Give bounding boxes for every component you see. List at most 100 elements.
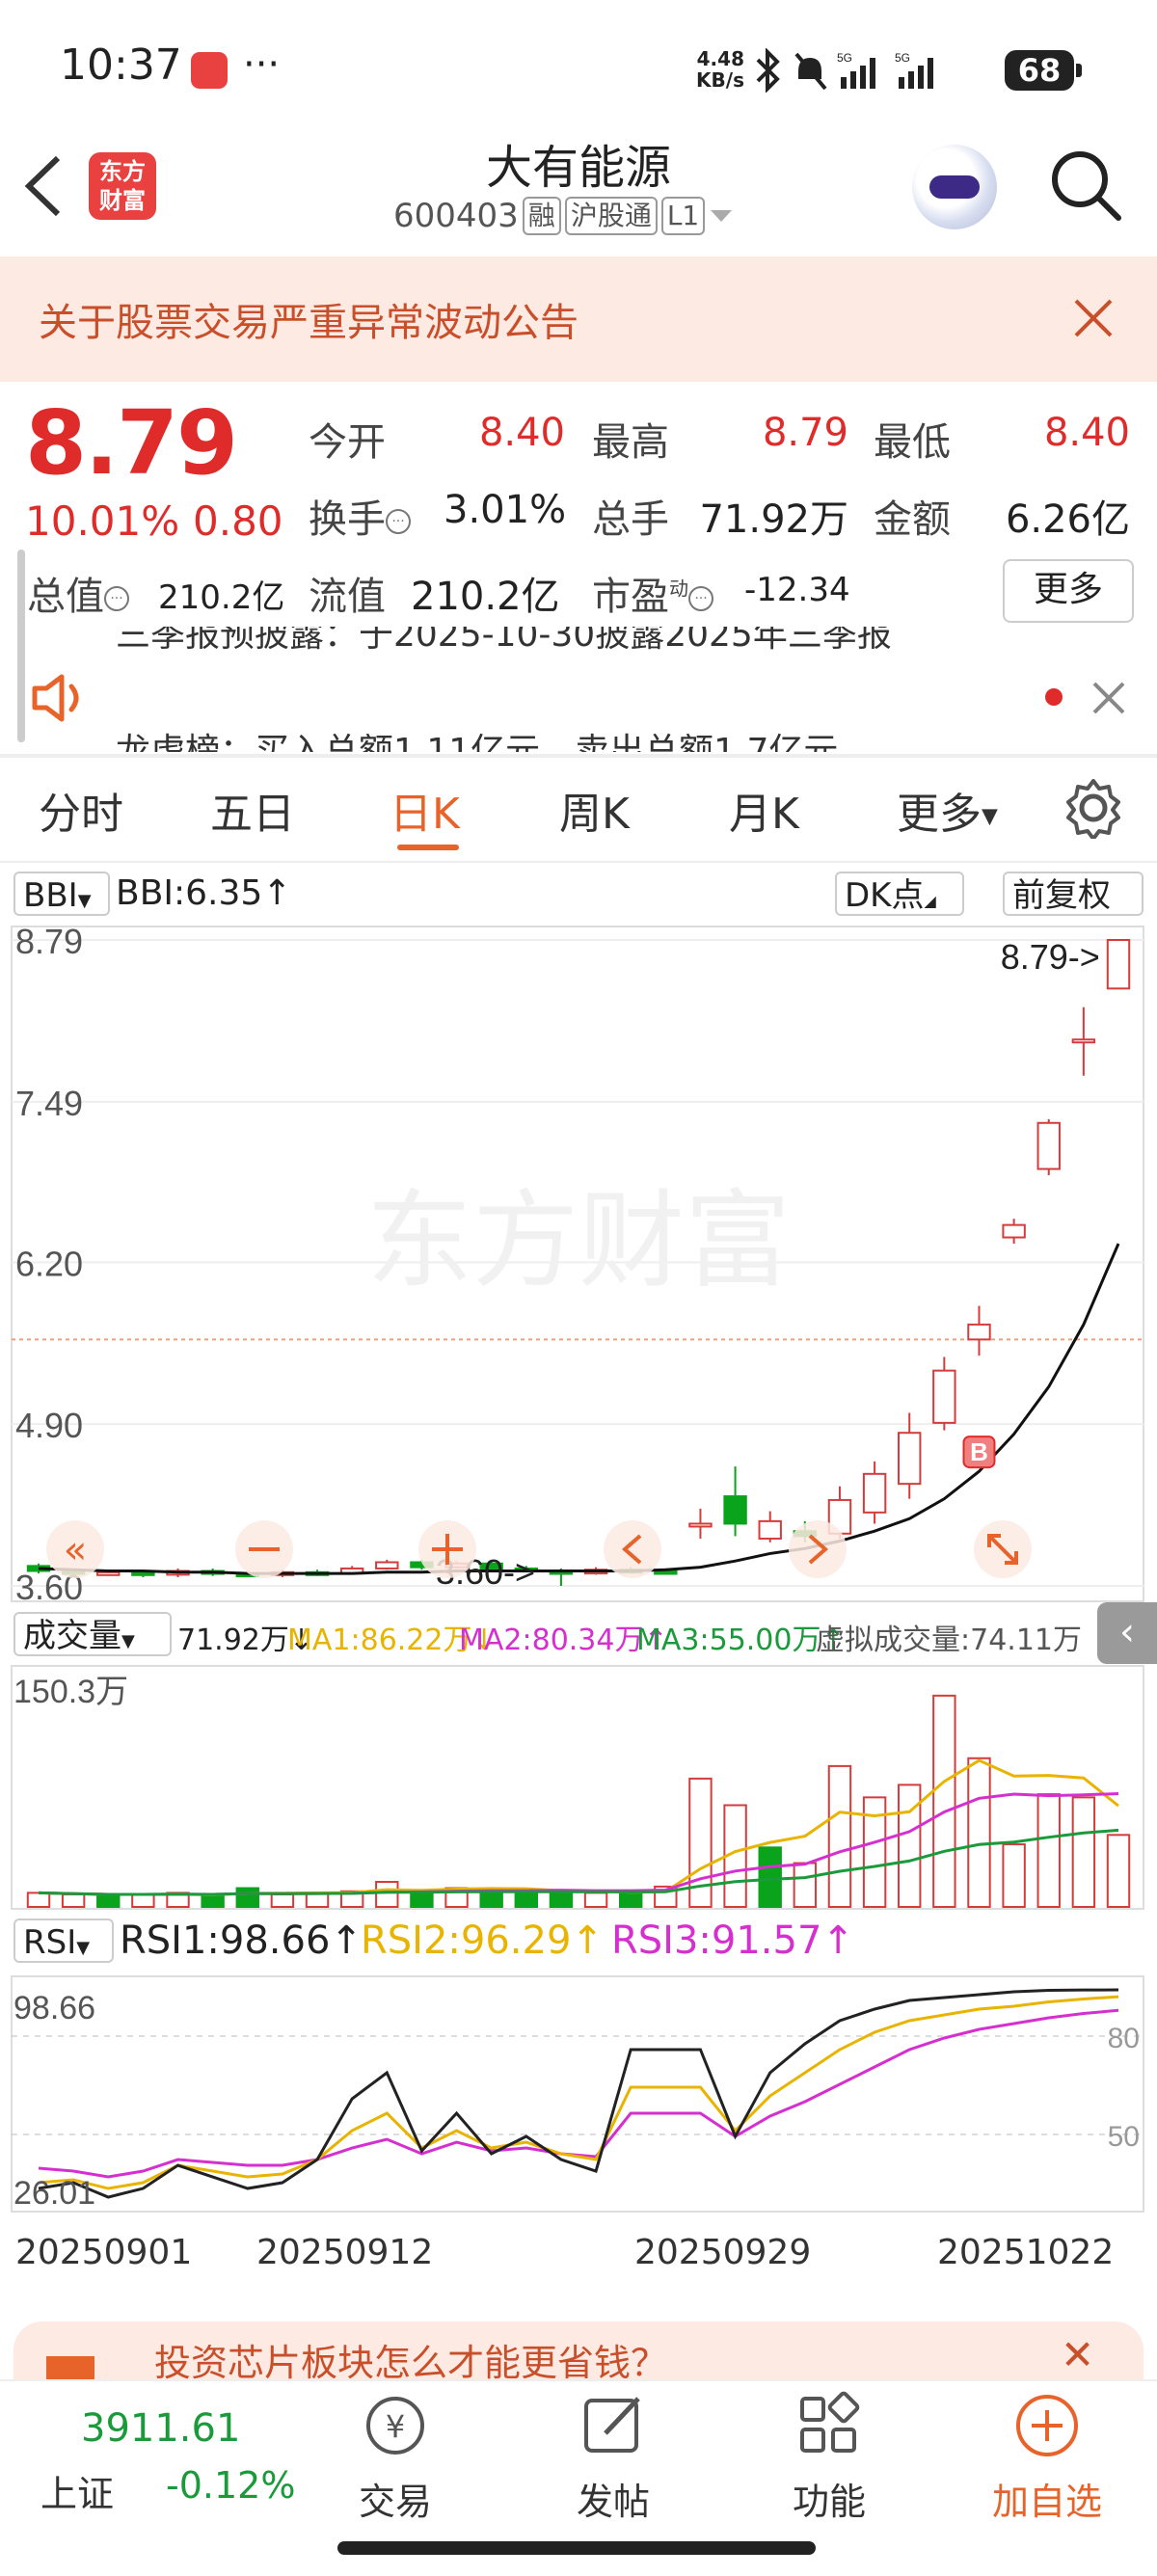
trade-icon[interactable]: ¥ [361, 2391, 430, 2460]
nav-trade[interactable]: 交易 [328, 2472, 463, 2525]
stock-subtitle[interactable]: 600403 融 沪股通 L1 [393, 197, 734, 235]
ticker-line-1[interactable]: 三季报预披露：于2025-10-30披露2025年三季报 [116, 627, 1041, 659]
adjust-button[interactable]: 前复权 [1003, 872, 1144, 916]
speaker-icon[interactable] [29, 671, 89, 725]
nav-functions[interactable]: 功能 [762, 2472, 897, 2525]
turnover-value: 3.01% [444, 488, 567, 532]
candle-body [723, 1495, 747, 1525]
float-label: 流值 [309, 575, 386, 619]
collapse-panel-icon[interactable]: ‹ [1097, 1602, 1157, 1664]
more-button[interactable]: 更多 [1003, 559, 1134, 623]
svg-text:«: « [64, 1528, 87, 1572]
add-watchlist-icon[interactable] [1012, 2391, 1082, 2460]
caret-down-icon: ▼ [76, 1938, 91, 1958]
candle-body [1071, 1038, 1096, 1044]
candle-body [862, 1472, 887, 1514]
rsi-selector-label: RSI [23, 1923, 77, 1962]
index-value[interactable]: 3911.61 [81, 2406, 240, 2451]
volume-chart[interactable]: 150.3万 [0, 1664, 1157, 1911]
post-icon[interactable] [578, 2391, 648, 2460]
rsi3-value: RSI3:91.57↑ [611, 1919, 854, 1963]
nav-post[interactable]: 发帖 [546, 2472, 681, 2525]
amount-label: 金额 [874, 497, 951, 542]
fullscreen-icon[interactable] [974, 1520, 1032, 1578]
candle-body [688, 1522, 713, 1528]
candle-body [375, 1561, 399, 1570]
candle-body [967, 1323, 991, 1341]
tab-daily-k[interactable]: 日K [390, 779, 460, 841]
high-marker: 8.79-> [1001, 937, 1100, 977]
dk-label: DK点 [845, 876, 925, 915]
turnover-label[interactable]: 换手 ··· [309, 488, 411, 544]
functions-icon[interactable] [794, 2391, 864, 2460]
rsi-chart[interactable]: 98.66 26.01 80 50 [0, 1972, 1157, 2214]
tab-weekly-k[interactable]: 周K [559, 779, 630, 841]
zoom-in-icon[interactable] [418, 1520, 476, 1578]
ticker-line-2[interactable]: 龙虎榜：买入总额1.11亿元，卖出总额1.7亿元 [116, 725, 983, 753]
bluetooth-icon [756, 48, 780, 93]
ticker-text-2: 龙虎榜：买入总额1.11亿元，卖出总额1.7亿元 [116, 732, 839, 753]
scroll-right-icon[interactable] [789, 1520, 847, 1578]
pe-value: -12.34 [744, 571, 850, 609]
volume-bar [967, 1757, 991, 1908]
caret-down-icon: ▼ [121, 1631, 135, 1651]
tag-level: L1 [660, 197, 706, 235]
pe-label[interactable]: 市盈动 ··· [592, 565, 713, 621]
buy-marker[interactable]: B [962, 1436, 996, 1469]
scroll-left-fast-icon[interactable]: « [46, 1520, 104, 1578]
mktcap-label-text: 总值 [27, 575, 104, 619]
volume-ma1-line [38, 1758, 1119, 1896]
volume-label: 总手 [592, 497, 669, 542]
divider [0, 754, 1157, 758]
candle-body [898, 1432, 922, 1486]
volume-bar [26, 1892, 51, 1908]
indicator-selector[interactable]: BBI▼ [13, 872, 110, 916]
buy-marker-text: B [970, 1437, 988, 1466]
gear-icon[interactable] [1063, 777, 1124, 839]
nav-add-watchlist[interactable]: 加自选 [980, 2472, 1115, 2525]
volume-bar [618, 1893, 643, 1908]
mktcap-label[interactable]: 总值 ··· [27, 565, 129, 621]
candlestick-chart[interactable]: 东方财富 8.797.496.204.903.60 8.79-> 3.60-> … [0, 921, 1157, 1605]
scroll-indicator [17, 550, 25, 742]
date-label-3: 20250929 [634, 2233, 812, 2272]
rsi-selector[interactable]: RSI▼ [13, 1919, 114, 1963]
tab-monthly-k[interactable]: 月K [729, 779, 799, 841]
open-label: 今开 [309, 420, 386, 465]
pe-sup: 动 [669, 577, 688, 601]
low-value: 8.40 [1043, 411, 1130, 455]
mktcap-value: 210.2亿 [158, 578, 285, 617]
tab-five-day[interactable]: 五日 [210, 779, 295, 841]
tag-hk-connect: 沪股通 [564, 197, 658, 235]
tab-intraday[interactable]: 分时 [39, 779, 123, 841]
svg-text:5G: 5G [895, 51, 910, 65]
info-icon: ··· [104, 586, 129, 611]
dk-point-button[interactable]: DK点◢ [835, 872, 964, 916]
network-speed-unit: KB/s [696, 68, 744, 92]
pe-label-text: 市盈 [592, 575, 669, 619]
scroll-left-icon[interactable] [604, 1520, 661, 1578]
ad-text[interactable]: 投资芯片板块怎么才能更省钱？ [154, 2333, 667, 2386]
app-notification-icon [191, 52, 228, 89]
volume-bar [61, 1893, 86, 1908]
index-name[interactable]: 上证 [40, 2464, 114, 2517]
search-icon[interactable] [1047, 147, 1124, 224]
rsi2-line [38, 1995, 1119, 2190]
close-icon[interactable] [1072, 297, 1115, 339]
tab-more[interactable]: 更多▼ [897, 779, 998, 841]
ad-close-icon[interactable]: ✕ [1061, 2331, 1094, 2378]
ticker-close-icon[interactable] [1091, 681, 1126, 715]
status-bar: 10:37 ··· 4.48 KB/s 5G 5G 68 [0, 0, 1157, 135]
index-change[interactable]: -0.12% [166, 2464, 295, 2507]
rsi1-line [38, 1988, 1119, 2199]
assistant-face [929, 175, 980, 199]
zoom-out-icon[interactable] [235, 1520, 293, 1578]
volume-bar [758, 1846, 782, 1908]
announcement-text[interactable]: 关于股票交易严重异常波动公告 [39, 291, 578, 347]
volume-selector[interactable]: 成交量▼ [13, 1612, 172, 1656]
virtual-volume: 虚拟成交量:74.11万 [816, 1623, 1082, 1657]
rsi3-line [38, 2008, 1119, 2179]
volume-bar [1036, 1793, 1061, 1908]
more-notifications-icon: ··· [243, 42, 281, 87]
volume-bars [26, 1694, 1131, 1909]
